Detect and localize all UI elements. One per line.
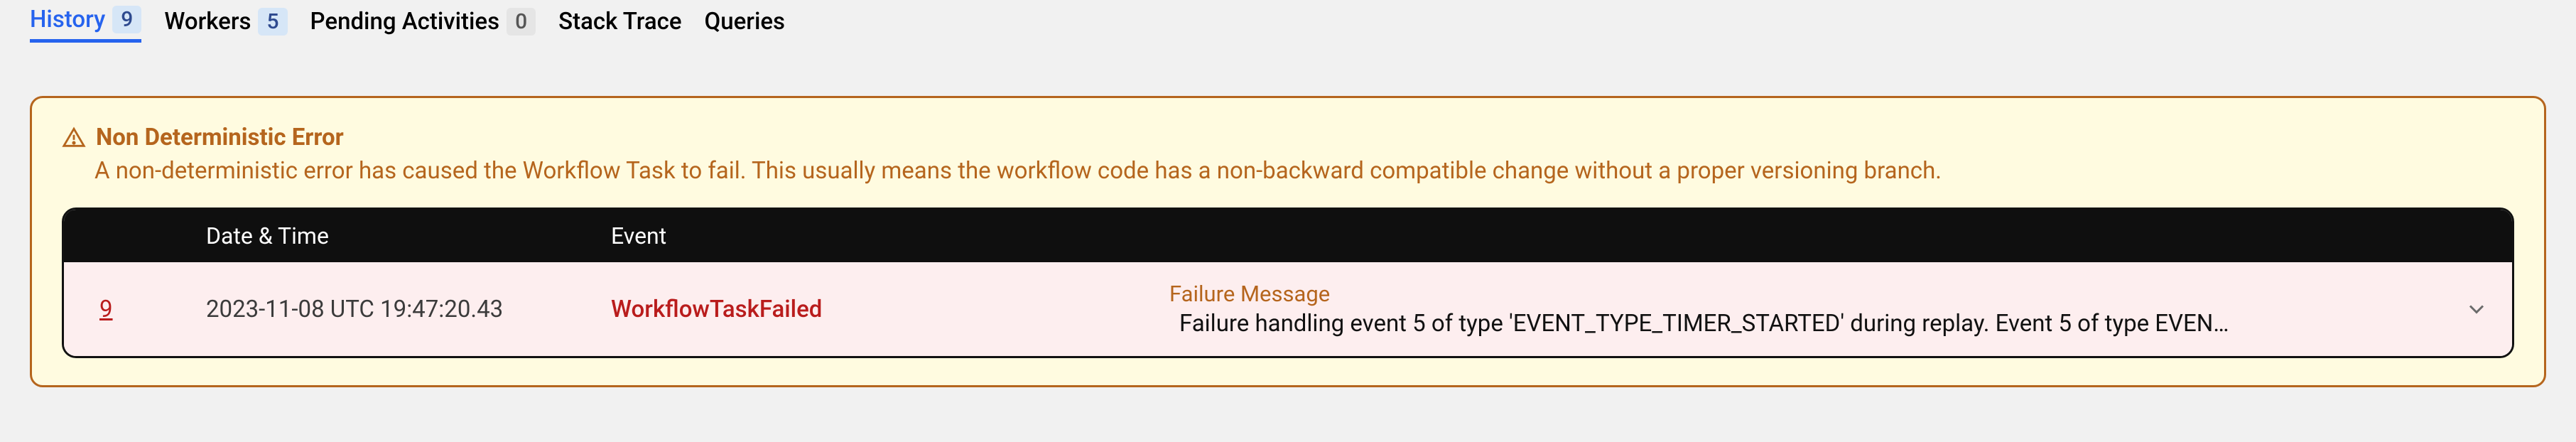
table-row[interactable]: 9 2023-11-08 UTC 19:47:20.43 WorkflowTas… bbox=[64, 262, 2512, 356]
event-table: Date & Time Event 9 2023-11-08 UTC 19:47… bbox=[62, 207, 2514, 358]
tab-queries-label: Queries bbox=[705, 8, 786, 36]
tab-workers[interactable]: Workers 5 bbox=[164, 8, 287, 41]
tab-history[interactable]: History 9 bbox=[30, 6, 141, 43]
tab-workers-label: Workers bbox=[164, 8, 251, 36]
row-datetime: 2023-11-08 UTC 19:47:20.43 bbox=[206, 296, 611, 323]
tab-pending-activities[interactable]: Pending Activities 0 bbox=[310, 8, 536, 41]
row-message-cell: Failure Message Failure handling event 5… bbox=[1169, 281, 2441, 338]
tab-pending-label: Pending Activities bbox=[310, 8, 500, 36]
row-id-cell: 9 bbox=[64, 296, 206, 323]
col-event-header: Event bbox=[611, 222, 1169, 249]
tab-pending-count: 0 bbox=[507, 8, 536, 36]
failure-message-text: Failure handling event 5 of type 'EVENT_… bbox=[1169, 310, 2420, 338]
chevron-down-icon[interactable] bbox=[2464, 296, 2489, 322]
tab-bar: History 9 Workers 5 Pending Activities 0… bbox=[0, 6, 2576, 43]
tab-stack-trace[interactable]: Stack Trace bbox=[558, 8, 681, 41]
alert-title: Non Deterministic Error bbox=[96, 124, 344, 151]
tab-queries[interactable]: Queries bbox=[705, 8, 786, 41]
failure-message-label: Failure Message bbox=[1169, 281, 2420, 307]
tab-workers-count: 5 bbox=[258, 8, 287, 36]
table-header: Date & Time Event bbox=[64, 210, 2512, 262]
expand-cell bbox=[2441, 296, 2512, 322]
alert-header: Non Deterministic Error bbox=[62, 124, 2514, 151]
tab-history-label: History bbox=[30, 6, 105, 33]
alert-box: Non Deterministic Error A non-determinis… bbox=[30, 96, 2546, 387]
col-datetime-header: Date & Time bbox=[206, 222, 611, 249]
event-id-link[interactable]: 9 bbox=[99, 296, 113, 323]
alert-description: A non-deterministic error has caused the… bbox=[94, 157, 2514, 185]
tab-history-count: 9 bbox=[112, 6, 141, 33]
warning-icon bbox=[62, 126, 86, 150]
row-event-type: WorkflowTaskFailed bbox=[611, 296, 1169, 323]
tab-stack-trace-label: Stack Trace bbox=[558, 8, 681, 36]
